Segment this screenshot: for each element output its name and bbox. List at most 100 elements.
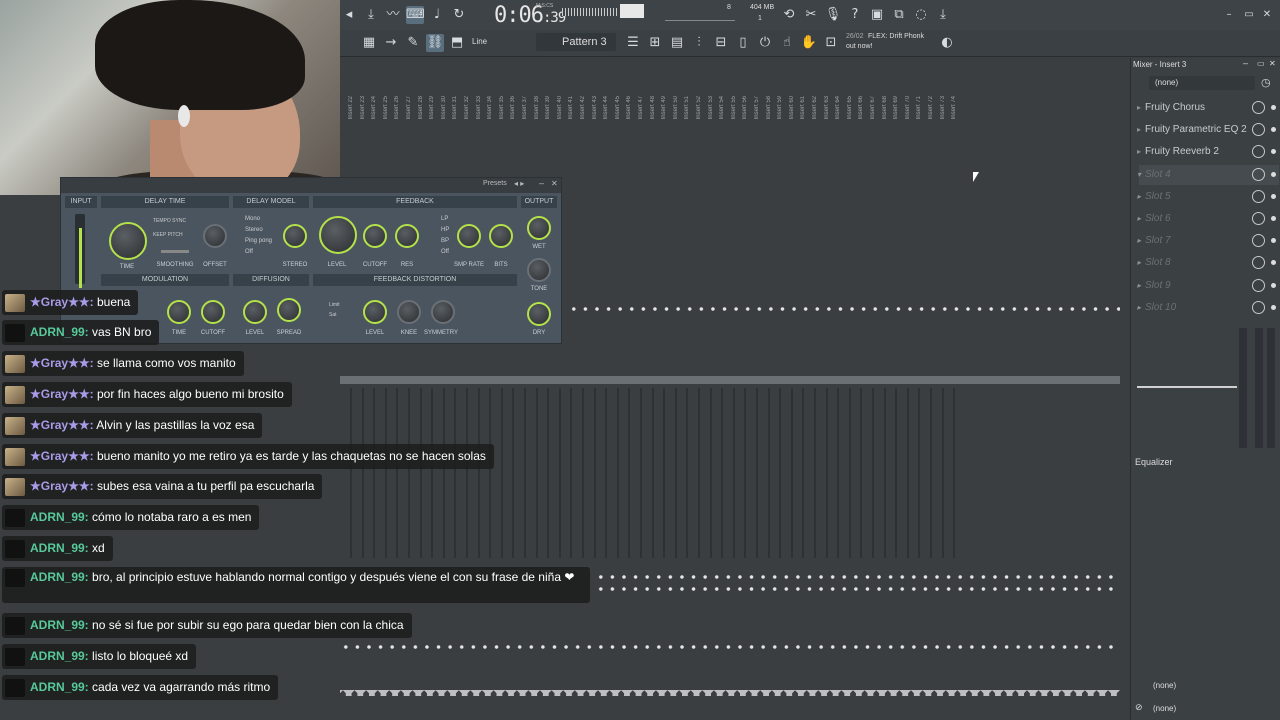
plugin-icon[interactable]: ⏻ (756, 34, 774, 52)
mic-icon[interactable]: 🎙 (824, 6, 842, 24)
mixer-slot[interactable]: ▸ Fruity Parametric EQ 2 (1137, 120, 1279, 140)
smoothing-slider[interactable] (161, 250, 189, 253)
fader-groove[interactable] (825, 388, 828, 558)
fader-groove[interactable] (941, 388, 944, 558)
mixer-strip-label[interactable]: Insert 59 (777, 96, 783, 119)
pencil-icon[interactable]: ✎ (404, 34, 422, 52)
piano-roll-icon[interactable]: ⊞ (646, 34, 664, 52)
fader-groove[interactable] (837, 388, 840, 558)
fader-groove[interactable] (640, 388, 642, 558)
fader-groove[interactable] (802, 388, 805, 558)
slot-enable-dot[interactable] (1271, 216, 1276, 221)
mixer-strip-label[interactable]: Insert 58 (766, 96, 772, 119)
expand-arrow-icon[interactable]: ▸ (1137, 142, 1141, 162)
mixer-strip-label[interactable]: Insert 27 (406, 96, 412, 119)
pan-knobs-row[interactable] (568, 306, 1120, 312)
mixer-strip-label[interactable]: Insert 37 (522, 96, 528, 119)
link-icon[interactable]: ⛓ (426, 34, 444, 52)
expand-arrow-icon[interactable]: ▾ (1137, 165, 1141, 185)
render-icon[interactable]: ⧉ (890, 6, 908, 24)
close-icon[interactable]: ✕ (1258, 6, 1276, 24)
mixer-slot[interactable]: ▸ Slot 7 (1137, 231, 1279, 251)
mixer-strip-label[interactable]: Insert 54 (719, 96, 725, 119)
fader-groove[interactable] (895, 388, 898, 558)
fader-groove[interactable] (930, 388, 932, 558)
mixer-strip-label[interactable]: Insert 40 (557, 96, 563, 119)
mixer-strip-label[interactable]: Insert 71 (916, 96, 922, 119)
mixer-strip-label[interactable]: Insert 57 (754, 96, 760, 119)
fader-groove[interactable] (663, 388, 666, 558)
mixer-strip-label[interactable]: Insert 34 (487, 96, 493, 119)
keep-pitch-toggle[interactable]: KEEP PITCH (153, 232, 183, 238)
slot-mix-knob[interactable] (1252, 123, 1265, 137)
metronome-icon[interactable]: ♩ (428, 6, 446, 24)
expand-arrow-icon[interactable]: ▸ (1137, 276, 1141, 296)
wet-knob[interactable] (527, 216, 551, 240)
mixer-strip-label[interactable]: Insert 46 (626, 96, 632, 119)
volume-fader[interactable] (1239, 328, 1247, 448)
tone-knob[interactable] (527, 258, 551, 282)
mixer-strip-label[interactable]: Insert 66 (858, 96, 864, 119)
mixer-strip-label[interactable]: Insert 65 (847, 96, 853, 119)
mixer-strip-label[interactable]: Insert 32 (464, 96, 470, 119)
save-icon[interactable]: ▣ (868, 6, 886, 24)
minimize-plugin-icon[interactable]: – (539, 178, 544, 188)
help-icon[interactable]: ? (846, 6, 864, 24)
mono-option[interactable]: Mono (245, 216, 260, 222)
arrow-icon[interactable]: → (382, 34, 400, 52)
master-volume-slider[interactable] (665, 4, 735, 21)
channel-rack-icon[interactable]: ▤ (668, 34, 686, 52)
stereo-controls-row[interactable] (595, 574, 1120, 580)
fader-groove[interactable] (918, 388, 921, 558)
fader-groove[interactable] (860, 388, 863, 558)
slot-enable-dot[interactable] (1271, 193, 1276, 199)
stereo-controls-row-2[interactable] (595, 586, 1120, 592)
fader-groove[interactable] (709, 388, 712, 558)
fader-groove[interactable] (605, 388, 608, 558)
mixer-strip-label[interactable]: Insert 47 (638, 96, 644, 119)
fader-groove[interactable] (953, 388, 956, 558)
mixer-strip-label[interactable]: Insert 50 (673, 96, 679, 119)
cut-icon[interactable]: ✂ (802, 6, 820, 24)
fader-groove[interactable] (674, 388, 677, 558)
mixer-strip-label[interactable]: Insert 49 (661, 96, 667, 119)
mixer-slot[interactable]: ▸ Slot 5 (1137, 187, 1279, 207)
output-2[interactable]: (none) (1153, 704, 1176, 713)
mixer-strip-label[interactable]: Insert 42 (580, 96, 586, 119)
hint-text-2[interactable]: out now! (846, 43, 872, 50)
smp-rate-knob[interactable] (457, 224, 481, 248)
time-knob[interactable] (109, 222, 147, 260)
chat-icon[interactable]: ◌ (912, 6, 930, 24)
slot-enable-dot[interactable] (1271, 149, 1276, 155)
snap-select[interactable]: Line (472, 37, 487, 46)
mixer-strip-label[interactable]: Insert 69 (893, 96, 899, 119)
mixer-strip-label[interactable]: Insert 39 (545, 96, 551, 119)
slot-mix-knob[interactable] (1252, 234, 1265, 248)
mixer-strip-label[interactable]: Insert 60 (789, 96, 795, 119)
mixer-strip-label[interactable]: Insert 53 (708, 96, 714, 119)
mixer-strip-label[interactable]: Insert 73 (940, 96, 946, 119)
expand-arrow-icon[interactable]: ▸ (1137, 98, 1141, 118)
typing-keyboard-icon[interactable]: ⌨ (406, 6, 425, 24)
mixer-slot[interactable]: ▸ Slot 6 (1137, 209, 1279, 229)
mixer-slot[interactable]: ▸ Slot 10 (1137, 298, 1279, 318)
expand-arrow-icon[interactable]: ▸ (1137, 253, 1141, 273)
mixer-icon[interactable]: ⫶ (690, 34, 708, 52)
fader-groove[interactable] (767, 388, 770, 558)
slot-enable-dot[interactable] (1271, 171, 1276, 177)
fader-groove[interactable] (721, 388, 724, 558)
bits-knob[interactable] (489, 224, 513, 248)
mixer-strip-label[interactable]: Insert 74 (951, 96, 957, 119)
input-select[interactable]: (none) (1149, 76, 1255, 90)
fader-groove[interactable] (732, 388, 735, 558)
cutoff-knob[interactable] (363, 224, 387, 248)
fader-groove[interactable] (628, 388, 631, 558)
fader-groove[interactable] (779, 388, 782, 558)
mixer-strip-label[interactable]: Insert 23 (360, 96, 366, 119)
mixer-strip-label[interactable]: Insert 25 (383, 96, 389, 119)
expand-arrow-icon[interactable]: ▸ (1137, 187, 1141, 207)
browser-icon[interactable]: ⊟ (712, 34, 730, 52)
fader-groove[interactable] (906, 388, 909, 558)
prev-preset-icon[interactable]: ◂ ▸ (514, 179, 524, 188)
slot-enable-dot[interactable] (1271, 105, 1276, 110)
